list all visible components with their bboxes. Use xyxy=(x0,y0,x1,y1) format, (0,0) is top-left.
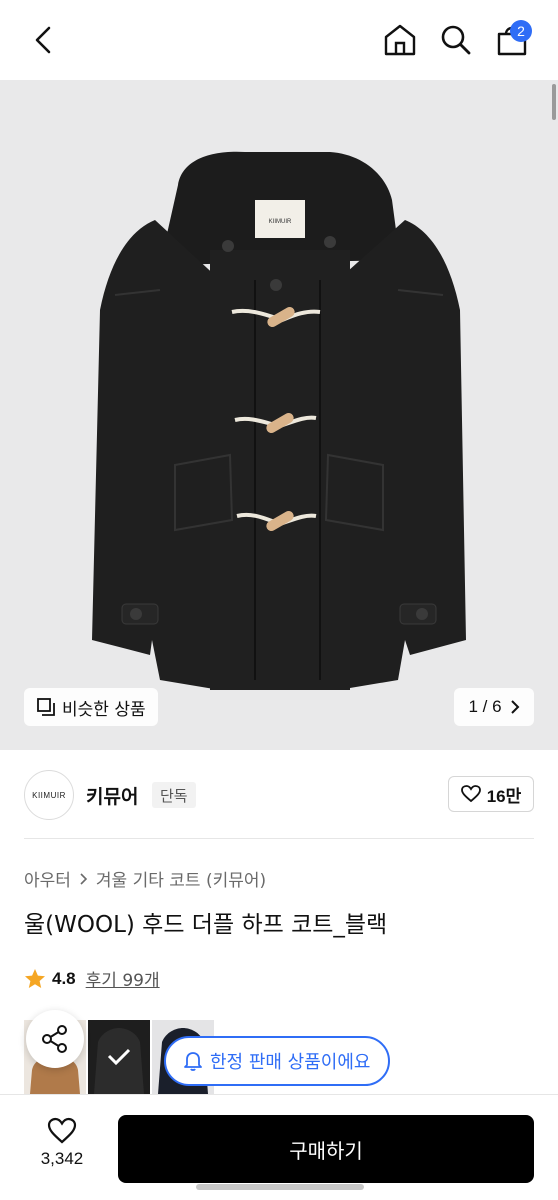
brand-like-button[interactable]: 16만 xyxy=(448,776,534,812)
home-button[interactable] xyxy=(378,18,422,62)
review-link[interactable]: 후기 99개 xyxy=(86,966,160,991)
limited-sale-label: 한정 판매 상품이에요 xyxy=(210,1052,371,1073)
brand-like-count: 16만 xyxy=(486,786,522,806)
heart-icon xyxy=(460,785,481,803)
thumbnail-black-selected[interactable] xyxy=(88,1020,150,1094)
brand-row: KIIMUIR 키뮤어 단독 16만 xyxy=(24,768,534,822)
chevron-right-icon xyxy=(80,872,88,885)
chevron-left-icon xyxy=(35,26,51,54)
search-button[interactable] xyxy=(434,18,478,62)
search-icon xyxy=(441,25,471,55)
share-button[interactable] xyxy=(26,1010,84,1068)
home-indicator xyxy=(196,1184,364,1190)
product-image: KIIMUIR xyxy=(92,151,466,690)
home-icon xyxy=(384,24,416,56)
limited-sale-banner[interactable]: 한정 판매 상품이에요 xyxy=(164,1036,391,1086)
scrollbar[interactable] xyxy=(552,84,556,120)
wishlist-count: 3,342 xyxy=(40,1149,84,1168)
divider xyxy=(24,838,534,839)
breadcrumb-parent[interactable]: 아우터 xyxy=(24,866,71,891)
breadcrumb-child[interactable]: 겨울 기타 코트 (키뮤어) xyxy=(96,866,266,891)
svg-text:KIIMUIR: KIIMUIR xyxy=(269,219,292,225)
product-title: 울(WOOL) 후드 더플 하프 코트_블랙 xyxy=(24,912,388,938)
breadcrumb: 아우터 겨울 기타 코트 (키뮤어) xyxy=(24,866,266,891)
similar-products-label: 비슷한 상품 xyxy=(62,699,146,720)
image-page-indicator[interactable]: 1 / 6 xyxy=(454,688,534,726)
top-navigation-bar: 2 xyxy=(0,0,558,80)
brand-logo[interactable]: KIIMUIR xyxy=(24,770,74,820)
wishlist-button[interactable]: 3,342 xyxy=(24,1117,100,1169)
share-icon xyxy=(42,1025,67,1053)
page-indicator-text: 1 / 6 xyxy=(468,697,502,716)
rating-row[interactable]: 4.8 후기 99개 xyxy=(24,966,160,991)
buy-button[interactable]: 구매하기 xyxy=(118,1115,534,1183)
chevron-right-icon xyxy=(510,700,519,714)
exclusive-badge: 단독 xyxy=(152,782,196,808)
back-button[interactable] xyxy=(22,18,66,62)
brand-logo-text: KIIMUIR xyxy=(32,790,66,800)
similar-products-button[interactable]: 비슷한 상품 xyxy=(24,688,158,726)
brand-name[interactable]: 키뮤어 xyxy=(86,782,138,809)
cart-badge: 2 xyxy=(510,20,532,42)
product-image-gallery[interactable]: KIIMUIR 비슷한 상품 1 / 6 xyxy=(0,80,558,750)
cart-button[interactable]: 2 xyxy=(490,18,534,62)
thumbnail-image xyxy=(94,1028,144,1094)
heart-icon xyxy=(47,1117,77,1144)
copy-icon xyxy=(37,698,55,716)
rating-score: 4.8 xyxy=(52,968,76,988)
bell-icon xyxy=(184,1052,202,1071)
star-icon xyxy=(25,968,45,988)
